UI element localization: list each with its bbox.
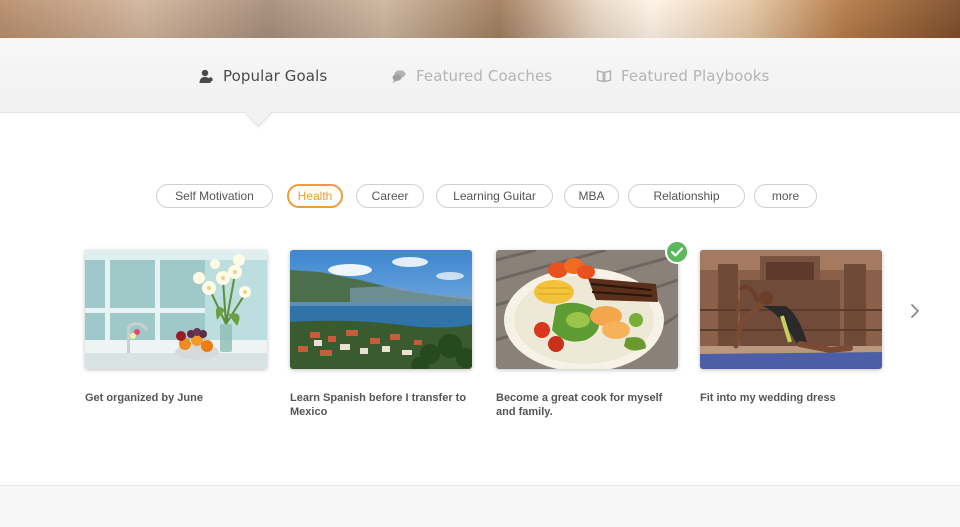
chip-label: more [771, 189, 800, 203]
chip-mba[interactable]: MBA [564, 184, 619, 208]
chip-label: Health [297, 189, 333, 203]
chip-self-motivation[interactable]: Self Motivation [156, 184, 273, 208]
goal-image-meal [496, 250, 678, 369]
chip-learning-guitar[interactable]: Learning Guitar [436, 184, 553, 208]
chip-label: Learning Guitar [453, 189, 536, 203]
chip-label: Self Motivation [175, 189, 254, 203]
chip-label: MBA [578, 189, 605, 203]
tab-featured-playbooks[interactable]: Featured Playbooks [596, 64, 769, 88]
goal-title: Learn Spanish before I transfer to Mexic… [290, 392, 467, 418]
goal-title: Fit into my wedding dress [700, 392, 836, 404]
goal-image-yoga [700, 250, 882, 369]
goal-title: Become a great cook for myself and famil… [496, 392, 663, 418]
chip-health[interactable]: Health [287, 184, 343, 208]
completed-check-icon [665, 240, 689, 264]
tab-label: Featured Playbooks [621, 67, 770, 85]
tab-label: Featured Coaches [416, 67, 553, 85]
chip-relationship[interactable]: Relationship [628, 184, 745, 208]
tab-label: Popular Goals [223, 67, 328, 85]
chevron-right-icon[interactable] [908, 302, 922, 320]
goal-card[interactable]: Get organized by June [85, 250, 267, 405]
goal-card[interactable]: Fit into my wedding dress [700, 250, 882, 405]
hero-image-strip [0, 0, 960, 38]
footer-band [0, 485, 960, 527]
goal-image-lake [290, 250, 472, 369]
person-icon [198, 68, 214, 84]
goal-card[interactable]: Become a great cook for myself and famil… [496, 250, 678, 419]
tab-featured-coaches[interactable]: Featured Coaches [391, 64, 552, 88]
chip-more[interactable]: more [754, 184, 817, 208]
tab-bar: Popular Goals Featured Coaches Featured … [0, 38, 960, 113]
category-filter-bar: Self Motivation Health Career Learning G… [0, 184, 960, 210]
book-icon [596, 68, 612, 84]
goal-card[interactable]: Learn Spanish before I transfer to Mexic… [290, 250, 472, 419]
chip-label: Relationship [653, 189, 720, 203]
tab-popular-goals[interactable]: Popular Goals [198, 64, 327, 88]
goal-title: Get organized by June [85, 392, 203, 404]
chip-label: Career [371, 189, 409, 203]
chat-bubble-icon [391, 68, 407, 84]
goal-image-flowers [85, 250, 267, 369]
chip-career[interactable]: Career [356, 184, 424, 208]
